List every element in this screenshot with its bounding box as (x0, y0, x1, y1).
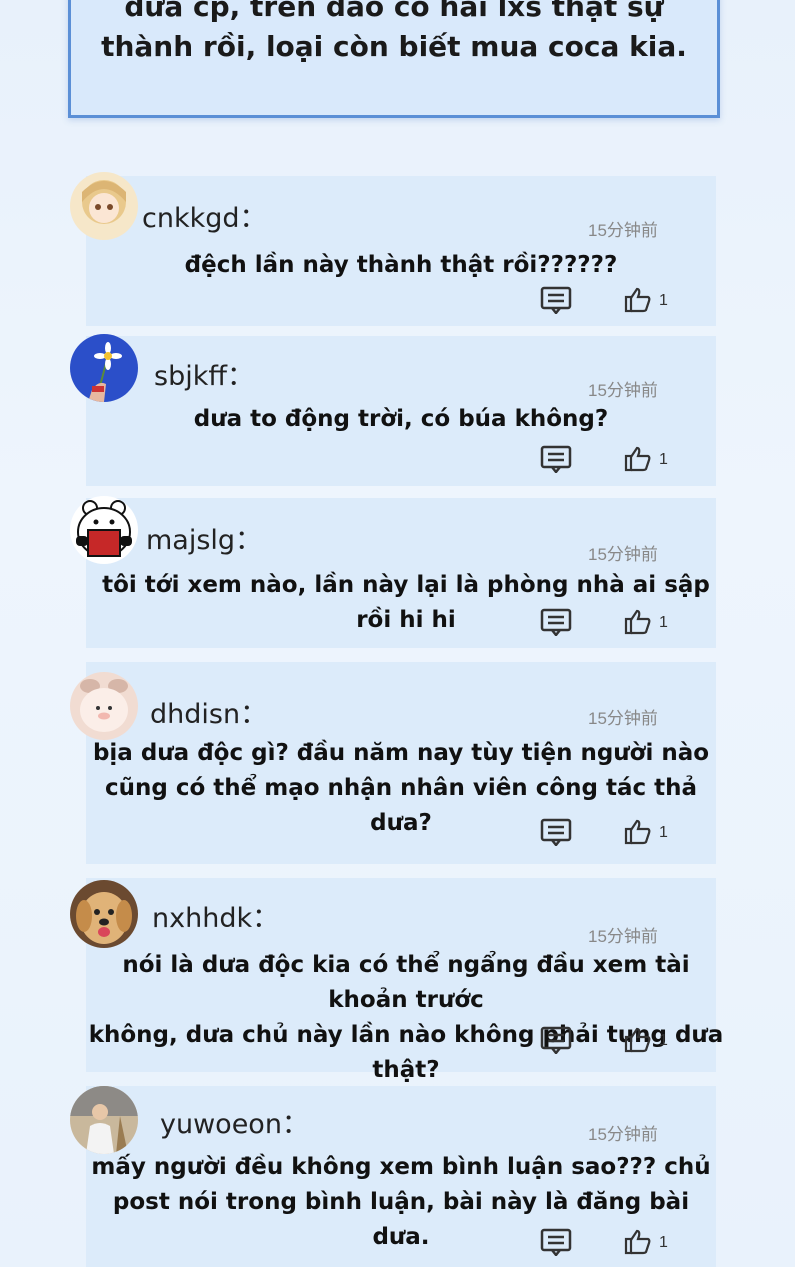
person-avatar-icon (70, 1086, 138, 1154)
timestamp: 15分钟前 (588, 1125, 658, 1144)
username[interactable]: majslg： (146, 518, 262, 557)
reply-icon[interactable] (540, 608, 572, 636)
comment-text: mấy người đều không xem bình luận sao???… (86, 1150, 716, 1255)
comment-line: cũng có thể mạo nhận nhân viên công tác … (104, 775, 698, 836)
thumbs-up-icon[interactable] (624, 286, 652, 314)
pig-avatar-icon (70, 672, 138, 740)
like-count: 1 (659, 292, 668, 309)
comment-line: post nói trong bình luận, bài này là đăn… (112, 1189, 690, 1250)
timestamp: 15分钟前 (588, 709, 658, 728)
like-count: 1 (659, 824, 668, 841)
comment-line: nói là dưa độc kia có thể ngẩng đầu xem … (122, 952, 690, 1013)
comment-text: đệch lần này thành thật rồi?????? (86, 248, 716, 283)
avatar[interactable] (70, 1086, 138, 1154)
avatar[interactable] (70, 672, 138, 740)
comment-line: mấy người đều không xem bình luận sao???… (91, 1154, 711, 1180)
username[interactable]: sbjkff： (154, 354, 254, 393)
anime-girl-avatar-icon (70, 172, 138, 240)
story-text-box: dưa cp, trên đảo có hai lxs thật sự thàn… (68, 0, 720, 118)
avatar[interactable] (70, 172, 138, 240)
comment-text: bịa dưa độc gì? đầu năm nay tùy tiện ngư… (86, 736, 716, 841)
like-count: 1 (659, 614, 668, 631)
timestamp: 15分钟前 (588, 927, 658, 946)
thumbs-up-icon[interactable] (624, 445, 652, 473)
comment-text: nói là dưa độc kia có thể ngẩng đầu xem … (86, 948, 726, 1088)
like-count: 1 (659, 451, 668, 468)
avatar[interactable] (70, 880, 138, 948)
thumbs-up-icon[interactable] (624, 608, 652, 636)
like-count: 1 (659, 1234, 668, 1251)
reply-icon[interactable] (540, 1228, 572, 1256)
thumbs-up-icon[interactable] (624, 1026, 652, 1054)
comment-line: đệch lần này thành thật rồi?????? (184, 252, 618, 278)
avatar[interactable] (70, 334, 138, 402)
flower-avatar-icon (70, 334, 138, 402)
bear-avatar-icon (70, 496, 138, 564)
username[interactable]: yuwoeon： (160, 1102, 309, 1141)
reply-icon[interactable] (540, 286, 572, 314)
reply-icon[interactable] (540, 818, 572, 846)
username[interactable]: cnkkgd： (142, 196, 267, 235)
thumbs-up-icon[interactable] (624, 1228, 652, 1256)
like-count: 1 (659, 1032, 668, 1049)
story-text-line-1: dưa cp, trên đảo có hai lxs thật sự (124, 0, 664, 23)
comment-line: dưa to động trời, có búa không? (193, 406, 609, 432)
timestamp: 15分钟前 (588, 545, 658, 564)
reply-icon[interactable] (540, 1026, 572, 1054)
dog-avatar-icon (70, 880, 138, 948)
username[interactable]: nxhhdk： (152, 896, 279, 935)
timestamp: 15分钟前 (588, 221, 658, 240)
comment-line: bịa dưa độc gì? đầu năm nay tùy tiện ngư… (92, 740, 710, 766)
timestamp: 15分钟前 (588, 381, 658, 400)
username[interactable]: dhdisn： (150, 692, 267, 731)
comment-text: dưa to động trời, có búa không? (86, 402, 716, 437)
reply-icon[interactable] (540, 445, 572, 473)
avatar[interactable] (70, 496, 138, 564)
thumbs-up-icon[interactable] (624, 818, 652, 846)
story-text-line-2: thành rồi, loại còn biết mua coca kia. (101, 30, 687, 63)
